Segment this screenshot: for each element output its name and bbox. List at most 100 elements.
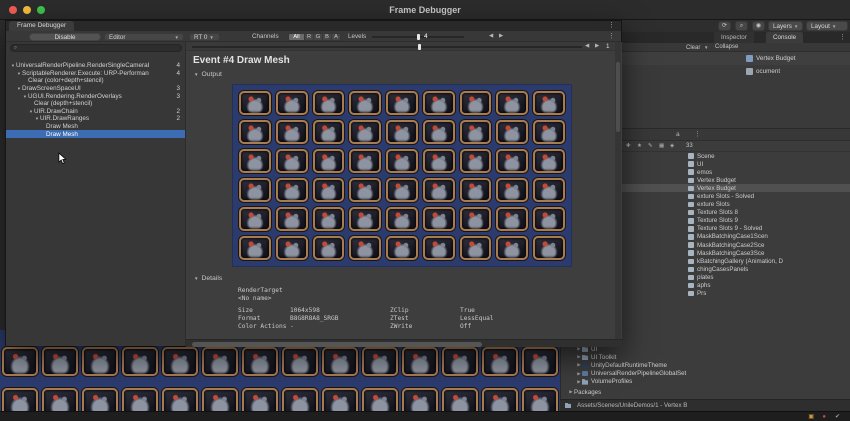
horizontal-scrollbar[interactable]	[186, 339, 622, 347]
channel-button-g[interactable]: G	[314, 32, 323, 41]
levels-slider-thumb[interactable]	[417, 33, 420, 40]
scene-asset-icon	[688, 218, 694, 224]
project-item[interactable]: UI	[622, 160, 850, 168]
chevron-right-icon[interactable]: ▶	[576, 354, 582, 360]
frame-event-row[interactable]: ▼ UIR.DrawRanges 2	[6, 115, 185, 123]
collapse-button[interactable]: Collapse	[715, 43, 738, 52]
project-item[interactable]: plates	[622, 273, 850, 281]
frame-event-row[interactable]: Draw Mesh	[6, 130, 185, 138]
project-item[interactable]: Prs	[622, 290, 850, 298]
vertical-scrollbar[interactable]	[615, 42, 621, 339]
project-item[interactable]: Scene	[622, 152, 850, 160]
project-item[interactable]: emos	[622, 168, 850, 176]
project-item-label: Texture Slots 8	[697, 209, 738, 217]
tab-console[interactable]: Console	[766, 32, 804, 43]
event-label: UGUI.Rendering.RenderOverlays	[28, 92, 122, 100]
disable-button[interactable]: Disable	[29, 32, 101, 41]
gameview-sprite	[242, 347, 278, 376]
project-item[interactable]: Texture Slots 9	[622, 217, 850, 225]
gameview-sprite	[82, 388, 118, 411]
project-item[interactable]: kBatchingGallery (Animation, D	[622, 257, 850, 265]
project-item[interactable]: MaskBatchingCase3Sce	[622, 249, 850, 257]
event-scrubber-thumb[interactable]	[418, 43, 421, 50]
project-item-label: exture Slots - Solved	[697, 193, 755, 201]
lock-icon[interactable]: a	[676, 129, 680, 141]
project-item[interactable]: ▶ UI Toolkit	[561, 353, 850, 361]
frame-event-row[interactable]: Clear (color+depth+stencil)	[6, 77, 185, 85]
tab-frame-debugger[interactable]: Frame Debugger	[9, 21, 75, 31]
activity-check-icon[interactable]: ✔	[835, 412, 840, 421]
project-item[interactable]: exture Slots	[622, 201, 850, 209]
target-dropdown[interactable]: Editor ▼	[104, 32, 184, 41]
event-count: 3	[176, 85, 180, 93]
previous-event-button[interactable]: ◀	[489, 31, 493, 42]
frame-event-row[interactable]: ▼ UIR.DrawChain 2	[6, 108, 185, 116]
console-entry[interactable]: ocument	[622, 65, 850, 78]
add-icon[interactable]: ✚	[626, 141, 631, 152]
panel-menu-icon[interactable]: ⋮	[608, 31, 615, 42]
project-item[interactable]: exture Slots - Solved	[622, 192, 850, 200]
packages-row[interactable]: ▶ Packages	[561, 388, 850, 396]
layers-dropdown[interactable]: Layers ▼	[768, 21, 803, 31]
frame-event-row[interactable]: ▼ UniversalRenderPipeline.RenderSingleCam…	[6, 62, 185, 70]
sprite-tile	[275, 207, 308, 231]
channel-button-all[interactable]: All	[288, 32, 305, 41]
project-item[interactable]: MaskBatchingCase2Sce	[622, 241, 850, 249]
frame-event-row[interactable]: Draw Mesh	[6, 123, 185, 131]
console-entry[interactable]: Vertex Budget	[622, 52, 850, 65]
panel-menu-icon[interactable]: ⋮	[608, 21, 615, 31]
channel-button-b[interactable]: B	[323, 32, 332, 41]
next-event-button[interactable]: ▶	[499, 31, 503, 42]
window-titlebar[interactable]: Frame Debugger	[0, 0, 850, 20]
panel-menu-icon[interactable]: ⋮	[694, 129, 701, 141]
bake-icon[interactable]: ▣	[808, 412, 814, 421]
project-item[interactable]: ▶ VolumeProfiles	[561, 378, 850, 386]
detail-value: Off	[460, 323, 472, 330]
frame-event-row[interactable]: Clear (depth+stencil)	[6, 100, 185, 108]
render-target-dropdown[interactable]: RT 0 ▼	[189, 32, 220, 41]
project-item-label: UI Toolkit	[591, 353, 617, 361]
previous-event-button[interactable]: ◀	[585, 42, 589, 51]
output-foldout[interactable]: ▼ Output	[194, 71, 222, 78]
next-event-button[interactable]: ▶	[595, 42, 599, 51]
tab-inspector[interactable]: Inspector	[714, 32, 754, 43]
channel-button-r[interactable]: R	[305, 32, 314, 41]
chevron-right-icon[interactable]: ▶	[576, 379, 582, 385]
search-icon[interactable]: ⌕	[735, 21, 748, 31]
edit-icon[interactable]: ✎	[648, 141, 653, 152]
channels-label: Channels	[252, 33, 279, 40]
event-scrubber[interactable]	[192, 46, 582, 48]
details-foldout[interactable]: ▼ Details	[194, 275, 222, 282]
project-item[interactable]: Texture Slots 8	[622, 209, 850, 217]
gameview-sprite	[42, 388, 78, 411]
panel-menu-icon[interactable]: ⋮	[839, 32, 846, 43]
sprite-tile	[496, 120, 529, 144]
project-item[interactable]: aphs	[622, 282, 850, 290]
scene-asset-icon	[688, 258, 694, 265]
grid-icon[interactable]: ▦	[659, 141, 664, 152]
filter-icon[interactable]: ◈	[670, 141, 674, 152]
event-label: DrawScreenSpaceUI	[22, 85, 81, 93]
search-input[interactable]: ⌕	[10, 44, 182, 52]
project-item[interactable]: MaskBatchingCase1Scen	[622, 233, 850, 241]
channel-button-a[interactable]: A	[332, 32, 341, 41]
project-item[interactable]: chingCasesPanels	[622, 265, 850, 273]
detail-row: Format B8G8R8A8_SRGB ZTest LessEqual	[238, 315, 614, 323]
project-item[interactable]: Vertex Budget	[622, 184, 850, 193]
project-item[interactable]: ▶ UnityDefaultRuntimeTheme	[561, 361, 850, 369]
history-icon[interactable]: ⟳	[718, 21, 731, 31]
frame-event-row[interactable]: ▼ ScriptableRenderer.Execute: URP-Perform…	[6, 70, 185, 78]
account-icon[interactable]: ◉	[752, 21, 765, 31]
scrollbar-thumb[interactable]	[616, 62, 620, 132]
alert-icon[interactable]: ●	[822, 412, 826, 421]
project-item[interactable]: Vertex Budget	[622, 176, 850, 184]
star-icon[interactable]: ★	[637, 141, 642, 152]
frame-event-row[interactable]: ▼ UGUI.Rendering.RenderOverlays 3	[6, 92, 185, 100]
scrollbar-thumb[interactable]	[192, 341, 482, 347]
editor-status-strip: ▣ ● ✔	[0, 411, 850, 421]
project-item[interactable]: ▶ UniversalRenderPipelineGlobalSet	[561, 370, 850, 378]
frame-event-row[interactable]: ▼ DrawScreenSpaceUI 3	[6, 85, 185, 93]
project-item[interactable]: Texture Slots 9 - Solved	[622, 225, 850, 233]
layout-dropdown[interactable]: Layout ▼	[806, 21, 848, 31]
details-rows: Size 1064x598 ZClip True Format B8G8R8A8_SRGB…	[238, 307, 614, 331]
